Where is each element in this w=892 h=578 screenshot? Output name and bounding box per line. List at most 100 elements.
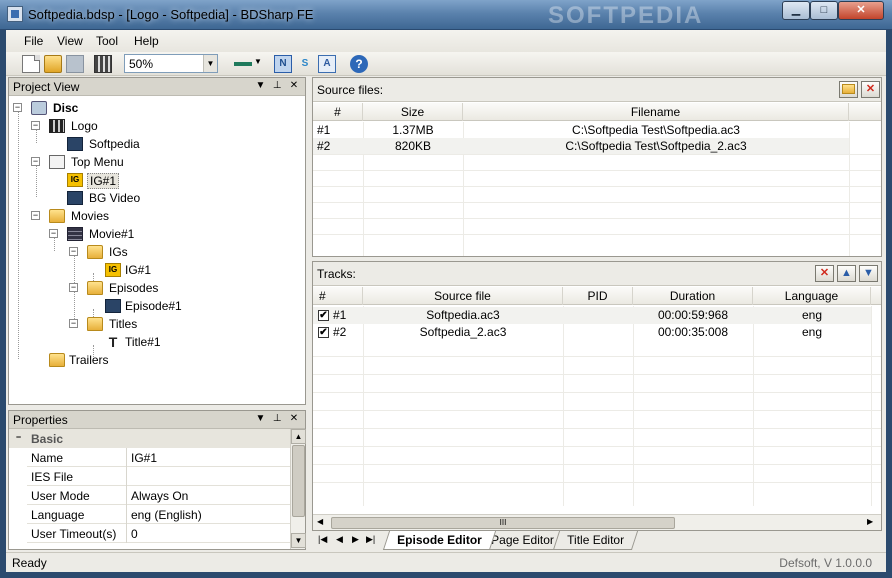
line-color-icon[interactable] — [234, 62, 252, 66]
a-mode-icon[interactable]: A — [318, 55, 336, 73]
tree-item-ig1-selected[interactable]: IG IG#1 — [67, 171, 287, 189]
tree-item-igs[interactable]: − IGs — [69, 243, 289, 261]
save-icon[interactable] — [66, 55, 84, 73]
collapse-icon[interactable]: − — [14, 433, 23, 443]
tree-item-title1[interactable]: T Title#1 — [105, 333, 285, 351]
prev-tab-icon[interactable]: ◀ — [336, 534, 343, 545]
property-row[interactable]: User Timeout(s) 0 — [27, 524, 291, 543]
scroll-thumb[interactable]: III — [331, 517, 675, 529]
film-icon[interactable] — [94, 55, 112, 73]
property-row[interactable]: Language eng (English) — [27, 505, 291, 524]
tree-item-episodes[interactable]: − Episodes — [69, 279, 289, 297]
pin-icon[interactable]: ⊥ — [270, 413, 284, 424]
new-icon[interactable] — [22, 55, 40, 73]
track-checkbox[interactable]: ✔ — [318, 327, 329, 338]
property-row[interactable]: User Mode Always On — [27, 486, 291, 505]
minimize-button[interactable]: ▁ — [782, 1, 810, 20]
chevron-down-icon[interactable]: ▼ — [254, 57, 262, 66]
collapse-icon[interactable]: − — [13, 103, 22, 112]
tree-item-movie1[interactable]: − Movie#1 — [49, 225, 289, 243]
tree-item-top-menu[interactable]: − Top Menu — [31, 153, 291, 171]
chevron-down-icon[interactable]: ▼ — [203, 55, 217, 72]
collapse-icon[interactable]: − — [69, 247, 78, 256]
grid-line — [849, 122, 850, 256]
dropdown-icon[interactable]: ▼ — [253, 413, 267, 424]
scroll-left-icon[interactable]: ◀ — [317, 517, 323, 526]
tree-item-bg-video[interactable]: BG Video — [67, 189, 287, 207]
tree-item-ig1[interactable]: IG IG#1 — [105, 261, 285, 279]
column-header[interactable]: Duration — [633, 287, 753, 305]
property-value[interactable]: eng (English) — [131, 508, 202, 522]
tab-episode-editor[interactable]: Episode Editor — [382, 531, 496, 550]
table-row[interactable]: ✔ #2 Softpedia_2.ac3 00:00:35:008 eng — [313, 324, 871, 341]
table-row[interactable]: #1 1.37MB C:\Softpedia Test\Softpedia.ac… — [313, 122, 849, 138]
collapse-icon[interactable]: − — [69, 283, 78, 292]
first-tab-icon[interactable]: |◀ — [318, 534, 327, 545]
pin-icon[interactable]: ⊥ — [270, 80, 284, 91]
menu-file[interactable]: File — [24, 34, 43, 48]
next-tab-icon[interactable]: ▶ — [352, 534, 359, 545]
column-header[interactable]: # — [313, 287, 363, 305]
delete-track-button[interactable]: ✕ — [815, 265, 834, 282]
property-row[interactable]: IES File — [27, 467, 291, 486]
column-header[interactable]: Source file — [363, 287, 563, 305]
property-value[interactable]: Always On — [131, 489, 188, 503]
property-category[interactable]: − Basic — [9, 429, 291, 448]
cell-duration: 00:00:35:008 — [657, 325, 729, 339]
menu-tool[interactable]: Tool — [96, 34, 118, 48]
dropdown-icon[interactable]: ▼ — [253, 80, 267, 91]
folder-icon — [49, 209, 65, 223]
collapse-icon[interactable]: − — [69, 319, 78, 328]
properties-scrollbar[interactable]: ▲ ▼ — [290, 429, 306, 549]
tree-item-softpedia[interactable]: Softpedia — [67, 135, 287, 153]
app-icon[interactable] — [7, 6, 23, 22]
close-button[interactable]: ✕ — [838, 1, 884, 20]
help-icon[interactable]: ? — [350, 55, 368, 73]
collapse-icon[interactable]: − — [31, 157, 40, 166]
scroll-thumb[interactable] — [292, 445, 305, 517]
track-checkbox[interactable]: ✔ — [318, 310, 329, 321]
column-header[interactable]: Size — [363, 103, 463, 121]
zoom-select[interactable]: 50% ▼ — [124, 54, 218, 73]
tree-item-trailers[interactable]: Trailers — [49, 351, 289, 369]
column-header[interactable]: PID — [563, 287, 633, 305]
collapse-icon[interactable]: − — [31, 121, 40, 130]
close-icon[interactable]: ✕ — [287, 80, 301, 91]
property-value[interactable]: IG#1 — [131, 451, 157, 465]
remove-file-button[interactable]: ✕ — [861, 81, 880, 98]
scroll-down-icon[interactable]: ▼ — [291, 533, 306, 548]
table-row[interactable]: ✔ #1 Softpedia.ac3 00:00:59:968 eng — [313, 307, 871, 324]
last-tab-icon[interactable]: ▶| — [366, 534, 375, 545]
table-row[interactable]: #2 820KB C:\Softpedia Test\Softpedia_2.a… — [313, 138, 849, 154]
menu-help[interactable]: Help — [134, 34, 159, 48]
scroll-right-icon[interactable]: ▶ — [867, 517, 873, 526]
collapse-icon[interactable]: − — [31, 211, 40, 220]
property-row[interactable]: Name IG#1 — [27, 448, 291, 467]
s-mode-icon[interactable]: S — [296, 55, 314, 73]
tree-item-movies[interactable]: − Movies — [31, 207, 291, 225]
tree-item-logo[interactable]: − Logo — [31, 117, 291, 135]
tree-item-episode1[interactable]: Episode#1 — [105, 297, 285, 315]
maximize-button[interactable]: □ — [810, 1, 838, 20]
menu-view[interactable]: View — [57, 34, 83, 48]
open-icon[interactable] — [44, 55, 62, 73]
tracks-horizontal-scrollbar[interactable]: ◀ III ▶ — [313, 514, 881, 530]
clapper-icon — [49, 119, 65, 133]
move-up-button[interactable]: ▲ — [837, 265, 856, 282]
column-header[interactable]: Language — [753, 287, 871, 305]
column-header[interactable]: # — [313, 103, 363, 121]
folder-icon — [87, 317, 103, 331]
tree-item-titles[interactable]: − Titles — [69, 315, 289, 333]
close-icon[interactable]: ✕ — [287, 413, 301, 424]
tree-item-label: IG#1 — [87, 173, 120, 189]
scroll-up-icon[interactable]: ▲ — [291, 429, 306, 444]
n-mode-icon[interactable]: N — [274, 55, 292, 73]
property-value[interactable]: 0 — [131, 527, 138, 541]
add-folder-button[interactable] — [839, 81, 858, 98]
move-down-button[interactable]: ▼ — [859, 265, 878, 282]
column-header[interactable]: Filename — [463, 103, 849, 121]
tree-item-disc[interactable]: − Disc — [13, 99, 293, 117]
tab-title-editor[interactable]: Title Editor — [552, 531, 638, 550]
collapse-icon[interactable]: − — [49, 229, 58, 238]
editor-tabstrip: |◀ ◀ ▶ ▶| Episode Editor Page Editor Tit… — [312, 531, 882, 551]
